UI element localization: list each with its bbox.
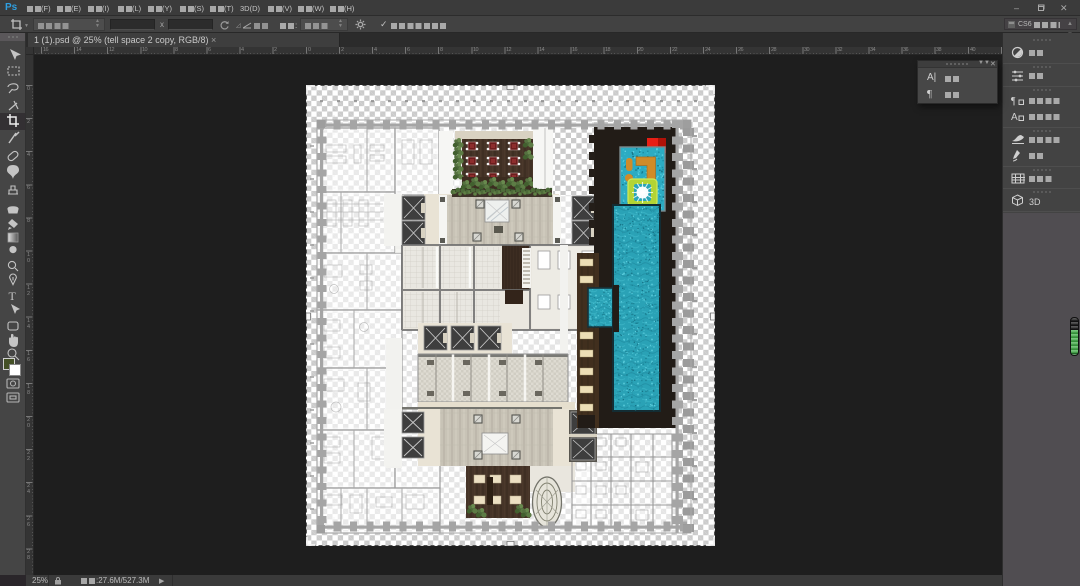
svg-text:A: A [1011, 112, 1018, 123]
svg-text:T: T [9, 289, 17, 303]
svg-text:¶: ¶ [1011, 96, 1016, 107]
